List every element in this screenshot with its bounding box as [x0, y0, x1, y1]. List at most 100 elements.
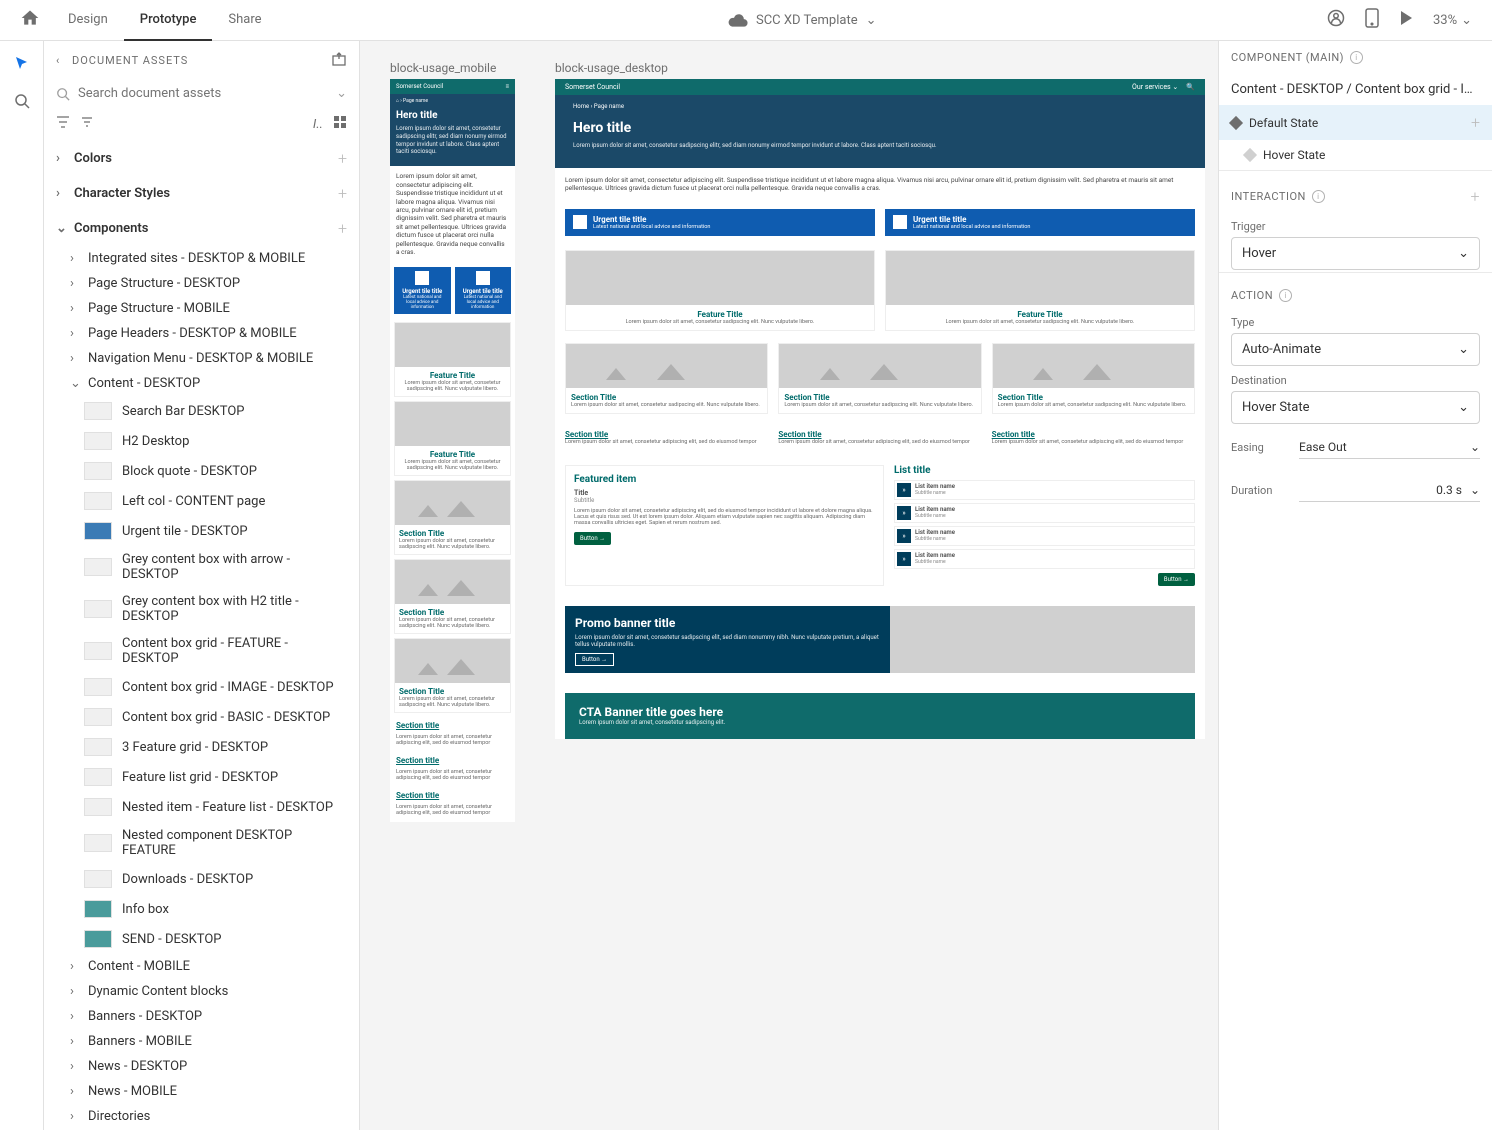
section-interaction: INTERACTIONi +: [1219, 170, 1492, 214]
easing-select[interactable]: Ease Out⌄: [1299, 436, 1480, 459]
search-icon: [56, 87, 70, 101]
folder-item[interactable]: ›Content - MOBILE: [44, 954, 359, 979]
artboard-label[interactable]: block-usage_mobile: [390, 61, 515, 75]
rp-header: COMPONENT (MAIN) i: [1219, 41, 1492, 74]
folder-item[interactable]: ›Page Structure - DESKTOP: [44, 271, 359, 296]
tab-design[interactable]: Design: [52, 0, 124, 41]
filter-row: I..: [44, 107, 359, 141]
component-item[interactable]: Left col - CONTENT page: [44, 486, 359, 516]
chevron-down-icon[interactable]: ⌄: [336, 86, 347, 101]
component-item[interactable]: Block quote - DESKTOP: [44, 456, 359, 486]
add-icon[interactable]: +: [338, 149, 347, 168]
duration-row: Duration 0.3 s⌄: [1219, 469, 1492, 512]
artboard-mobile[interactable]: Somerset Council≡ ⌂ › Page name Hero tit…: [390, 79, 515, 822]
artboard-label[interactable]: block-usage_desktop: [555, 61, 1205, 75]
folder-item[interactable]: ›News - MOBILE: [44, 1079, 359, 1104]
component-item[interactable]: Content box grid - BASIC - DESKTOP: [44, 702, 359, 732]
user-icon[interactable]: [1327, 9, 1345, 31]
mode-tabs: Design Prototype Share: [52, 0, 278, 41]
tool-rail: [0, 41, 44, 1130]
search-input[interactable]: [78, 86, 328, 101]
search-row: ⌄: [44, 80, 359, 107]
tab-prototype[interactable]: Prototype: [124, 0, 213, 41]
folder-item[interactable]: ›News - DESKTOP: [44, 1054, 359, 1079]
select-tool[interactable]: [14, 55, 30, 75]
doc-title-text: SCC XD Template: [756, 13, 858, 28]
play-icon[interactable]: [1399, 10, 1413, 30]
component-item[interactable]: Content box grid - IMAGE - DESKTOP: [44, 672, 359, 702]
add-icon[interactable]: +: [1470, 187, 1480, 206]
type-select[interactable]: Auto-Animate⌄: [1231, 333, 1480, 366]
component-item[interactable]: Search Bar DESKTOP: [44, 396, 359, 426]
canvas[interactable]: block-usage_mobile Somerset Council≡ ⌂ ›…: [360, 41, 1218, 1130]
info-icon[interactable]: i: [1279, 289, 1292, 302]
component-item[interactable]: SEND - DESKTOP: [44, 924, 359, 954]
component-item[interactable]: Downloads - DESKTOP: [44, 864, 359, 894]
folder-item[interactable]: ›Navigation Menu - DESKTOP & MOBILE: [44, 346, 359, 371]
type-label: Type: [1219, 310, 1492, 331]
chevron-down-icon: ⌄: [1461, 13, 1472, 28]
component-item[interactable]: Content box grid - FEATURE - DESKTOP: [44, 630, 359, 672]
doc-title[interactable]: SCC XD Template ⌄: [278, 13, 1327, 28]
easing-row: Easing Ease Out⌄: [1219, 426, 1492, 469]
dest-select[interactable]: Hover State⌄: [1231, 391, 1480, 424]
component-item[interactable]: Nested item - Feature list - DESKTOP: [44, 792, 359, 822]
filter-icon[interactable]: [56, 115, 70, 133]
state-hover[interactable]: Hover State: [1219, 140, 1492, 170]
duration-input[interactable]: 0.3 s⌄: [1299, 479, 1480, 502]
tab-share[interactable]: Share: [212, 0, 277, 41]
component-item[interactable]: H2 Desktop: [44, 426, 359, 456]
cloud-icon: [728, 13, 748, 27]
add-state-icon[interactable]: +: [1471, 113, 1480, 132]
folder-item[interactable]: ›Banners - DESKTOP: [44, 1004, 359, 1029]
chevron-down-icon: ⌄: [1470, 440, 1480, 454]
component-name: Content - DESKTOP / Content box grid - I…: [1219, 74, 1492, 105]
folder-item[interactable]: ›Directories: [44, 1104, 359, 1129]
list-view-icon[interactable]: I..: [313, 117, 323, 132]
component-item[interactable]: Grey content box with arrow - DESKTOP: [44, 546, 359, 588]
search-tool[interactable]: [14, 93, 30, 113]
component-item[interactable]: Urgent tile - DESKTOP: [44, 516, 359, 546]
chevron-down-icon: ⌄: [866, 13, 877, 28]
add-icon[interactable]: +: [338, 184, 347, 203]
info-icon[interactable]: i: [1350, 51, 1363, 64]
panel-header[interactable]: ‹ DOCUMENT ASSETS: [44, 41, 359, 80]
section-components[interactable]: ⌄Components+: [44, 211, 359, 246]
folder-item[interactable]: ›Page Headers - DESKTOP & MOBILE: [44, 321, 359, 346]
publish-icon[interactable]: [331, 51, 347, 70]
component-item[interactable]: Feature list grid - DESKTOP: [44, 762, 359, 792]
home-icon[interactable]: [8, 8, 52, 32]
artboard-desktop[interactable]: Somerset CouncilOur services ⌄🔍 Home › P…: [555, 79, 1205, 739]
folder-item[interactable]: ›Integrated sites - DESKTOP & MOBILE: [44, 246, 359, 271]
grid-view-icon[interactable]: [333, 115, 347, 133]
property-inspector: COMPONENT (MAIN) i Content - DESKTOP / C…: [1218, 41, 1492, 1130]
section-colors[interactable]: ›Colors+: [44, 141, 359, 176]
back-icon: ‹: [56, 54, 66, 67]
dest-label: Destination: [1219, 368, 1492, 389]
folder-item[interactable]: ⌄Content - DESKTOP: [44, 371, 359, 396]
zoom-control[interactable]: 33%⌄: [1433, 13, 1472, 28]
trigger-label: Trigger: [1219, 214, 1492, 235]
component-item[interactable]: Info box: [44, 894, 359, 924]
chevron-down-icon: ⌄: [1458, 246, 1469, 261]
sort-icon[interactable]: [80, 115, 94, 133]
trigger-select[interactable]: Hover⌄: [1231, 237, 1480, 270]
folder-item[interactable]: ›Dynamic Content blocks: [44, 979, 359, 1004]
chevron-down-icon: ⌄: [1470, 483, 1480, 497]
component-item[interactable]: Grey content box with H2 title - DESKTOP: [44, 588, 359, 630]
section-action: ACTIONi: [1219, 272, 1492, 310]
folder-item[interactable]: ›Banners - MOBILE: [44, 1029, 359, 1054]
add-icon[interactable]: +: [338, 219, 347, 238]
top-toolbar: Design Prototype Share SCC XD Template ⌄…: [0, 0, 1492, 41]
section-charstyles[interactable]: ›Character Styles+: [44, 176, 359, 211]
state-default[interactable]: Default State+: [1219, 105, 1492, 140]
chevron-down-icon: ⌄: [1458, 400, 1469, 415]
info-icon[interactable]: i: [1312, 190, 1325, 203]
device-icon[interactable]: [1365, 8, 1379, 32]
panel-title: DOCUMENT ASSETS: [72, 54, 188, 67]
component-item[interactable]: Nested component DESKTOP FEATURE: [44, 822, 359, 864]
chevron-down-icon: ⌄: [1458, 342, 1469, 357]
component-item[interactable]: 3 Feature grid - DESKTOP: [44, 732, 359, 762]
right-toolbar: 33%⌄: [1327, 8, 1484, 32]
folder-item[interactable]: ›Page Structure - MOBILE: [44, 296, 359, 321]
